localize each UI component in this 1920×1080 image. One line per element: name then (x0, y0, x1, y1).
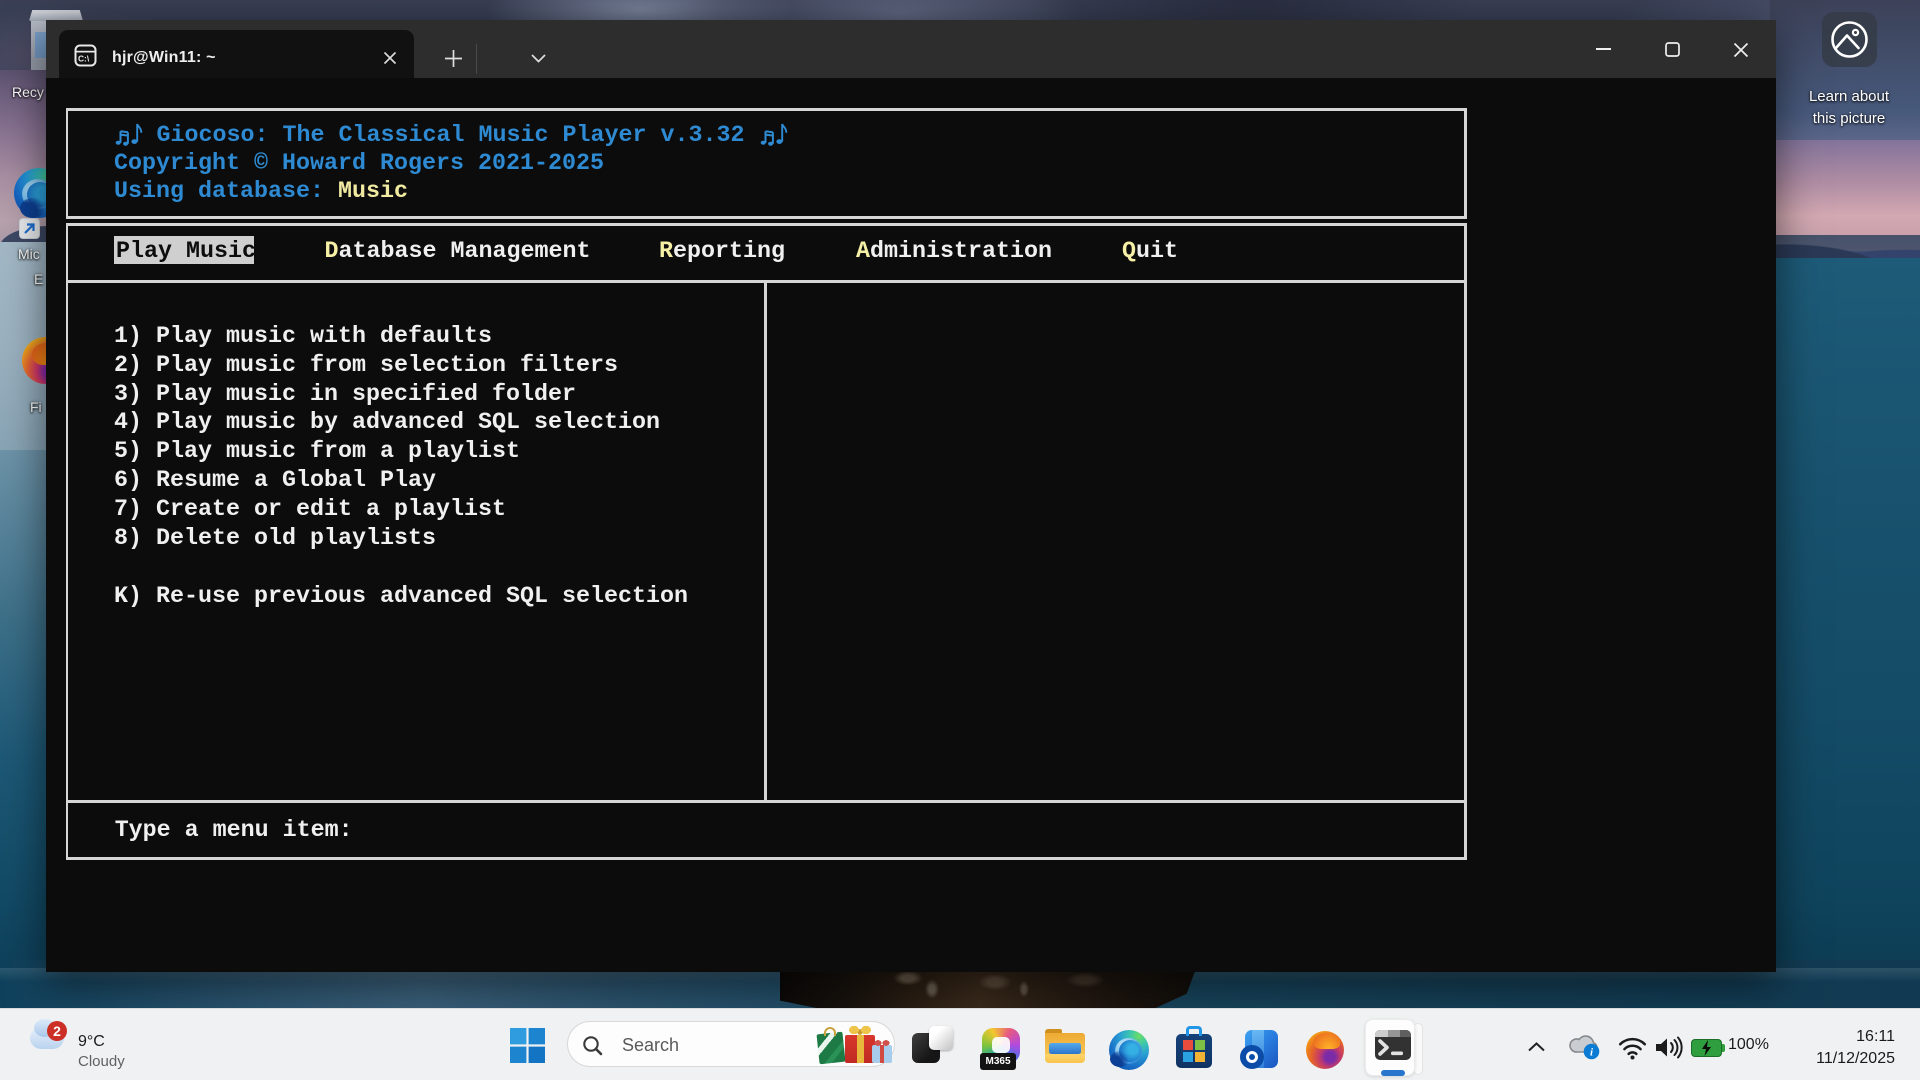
svg-text:C:\: C:\ (78, 54, 90, 64)
